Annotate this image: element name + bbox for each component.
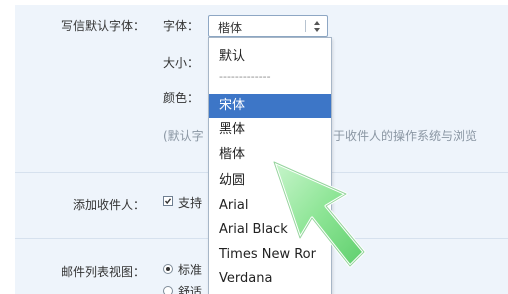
mail-list-view-row-label: 邮件列表视图： — [60, 265, 145, 279]
font-option-songti[interactable]: 宋体 — [209, 94, 331, 118]
radio-comfortable[interactable] — [163, 286, 173, 294]
font-note-right: 于收件人的操作系统与浏览 — [333, 129, 478, 143]
mail-settings-screen: 写信默认字体： 字体： 楷体 大小： 颜色： (默认字 于收件人的操作系统与浏览… — [0, 0, 508, 294]
font-label: 字体： — [163, 19, 200, 33]
support-checkbox[interactable] — [163, 196, 173, 206]
support-checkbox-label: 支持 — [178, 196, 203, 210]
size-label: 大小： — [163, 56, 200, 70]
font-option-default[interactable]: 默认 — [209, 45, 331, 69]
default-font-row-label: 写信默认字体： — [60, 19, 145, 33]
font-option-heiti[interactable]: 黑体 — [209, 118, 331, 142]
select-separator — [305, 20, 306, 32]
add-recipient-row-label: 添加收件人： — [72, 198, 145, 212]
radio-standard[interactable] — [163, 264, 173, 274]
radio-comfortable-label: 舒适 — [178, 285, 203, 294]
font-option-divider: ------------- — [219, 70, 271, 83]
arrow-cursor-icon — [272, 160, 366, 268]
color-label: 颜色： — [163, 91, 200, 105]
radio-selected-dot — [166, 267, 170, 271]
radio-standard-label: 标准 — [178, 263, 203, 277]
font-note-left: (默认字 — [163, 129, 204, 143]
font-select-value: 楷体 — [218, 21, 243, 35]
font-select[interactable]: 楷体 — [208, 15, 328, 37]
checkmark-icon — [164, 198, 172, 205]
select-arrows-icon — [314, 21, 320, 32]
